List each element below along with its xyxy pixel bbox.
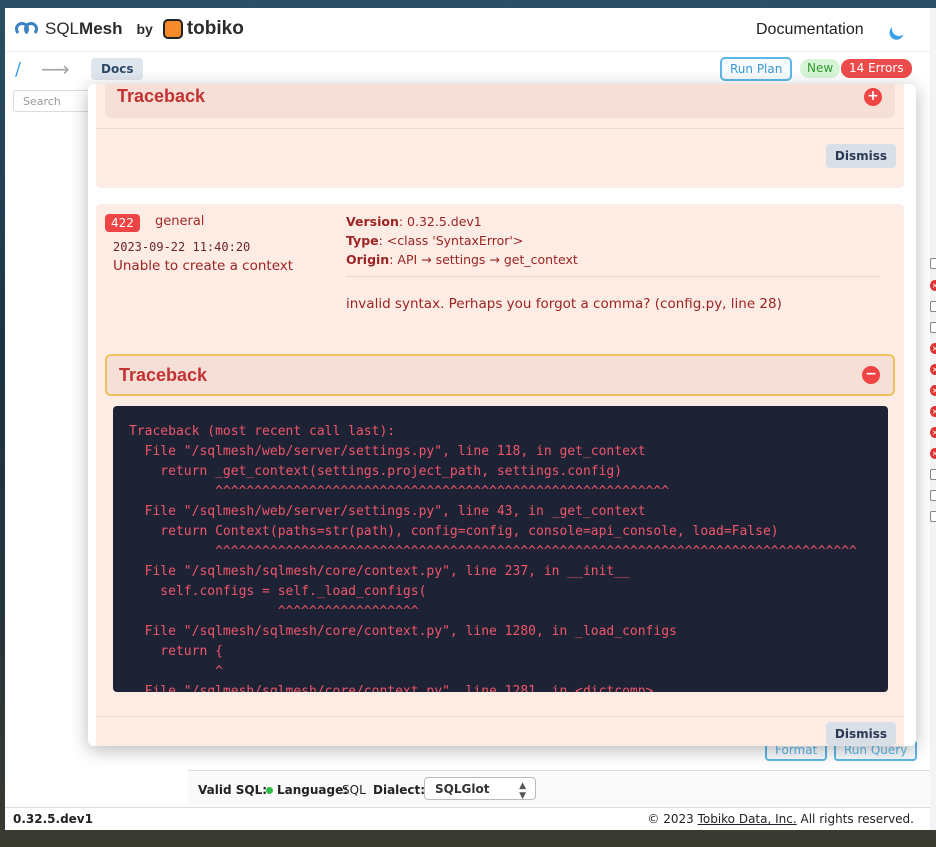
logo-by: by [136, 21, 153, 37]
tobiko-logo-icon [162, 19, 183, 39]
language-label: Language: [277, 783, 349, 797]
search-input[interactable]: Search [13, 90, 95, 112]
traceback-code-block[interactable]: Traceback (most recent call last): File … [113, 406, 888, 692]
error-card: Traceback + Dismiss [96, 84, 904, 188]
dialect-label: Dialect: [373, 783, 426, 797]
editor-footer: Valid SQL: Language: SQL Dialect: SQLGlo… [188, 770, 930, 806]
error-kind: general [155, 214, 205, 229]
error-version: Version: 0.32.5.dev1 [346, 214, 482, 229]
logo-text-mesh: Mesh [79, 19, 123, 38]
top-header: SQL Mesh by tobiko Documentation [5, 8, 930, 52]
errors-count-badge[interactable]: 14 Errors [841, 59, 912, 78]
breadcrumb-docs[interactable]: Docs [91, 58, 144, 80]
error-icon: × [930, 406, 936, 417]
traceback-header[interactable]: Traceback − [105, 354, 895, 396]
traceback-header[interactable]: Traceback + [105, 84, 895, 118]
company-link[interactable]: Tobiko Data, Inc. [698, 812, 797, 826]
traceback-text: Traceback (most recent call last): File … [129, 424, 857, 692]
copyright-suffix: All rights reserved. [796, 812, 915, 826]
error-icon: × [930, 364, 936, 375]
collapse-minus-icon[interactable]: − [862, 366, 880, 384]
checkbox-icon [930, 258, 936, 269]
error-icon: × [930, 280, 936, 291]
copyright: © 2023 Tobiko Data, Inc. All rights rese… [647, 812, 914, 826]
valid-status-dot-icon [266, 787, 273, 794]
chevron-up-down-icon: ▲ ▼ [519, 781, 526, 801]
new-status-badge[interactable]: New [800, 59, 841, 78]
version-label: Version [346, 214, 399, 229]
divider [346, 276, 881, 277]
sqlmesh-logo-icon [15, 20, 41, 38]
checkbox-icon [930, 322, 936, 333]
dismiss-button[interactable]: Dismiss [825, 722, 896, 746]
error-type: Type: <class 'SyntaxError'> [346, 233, 523, 248]
error-icon: × [930, 385, 936, 396]
run-plan-button[interactable]: Run Plan [720, 57, 793, 81]
breadcrumb-root[interactable]: / [15, 59, 21, 80]
version-value: : 0.32.5.dev1 [398, 214, 482, 229]
dialect-select[interactable]: SQLGlot ▲ ▼ [424, 777, 536, 801]
expand-plus-icon[interactable]: + [864, 88, 882, 106]
type-label: Type [346, 233, 379, 248]
documentation-link[interactable]: Documentation [756, 21, 864, 39]
origin-label: Origin [346, 252, 390, 267]
error-card: 422 general 2023-09-22 11:40:20 Unable t… [96, 204, 904, 746]
error-icon: × [930, 343, 936, 354]
dialect-select-value: SQLGlot [435, 782, 490, 796]
divider [96, 716, 904, 717]
divider [96, 128, 904, 129]
checkbox-icon [930, 469, 936, 480]
checkbox-icon [930, 301, 936, 312]
arrow-right-icon: ⟶ [41, 57, 70, 81]
sqlmesh-logo[interactable]: SQL Mesh by tobiko [15, 18, 244, 40]
traceback-title: Traceback [119, 365, 208, 385]
traceback-title: Traceback [117, 86, 206, 106]
error-icon: × [930, 427, 936, 438]
checkbox-icon [930, 511, 936, 522]
error-timestamp: 2023-09-22 11:40:20 [113, 240, 251, 254]
valid-sql-label: Valid SQL: [198, 783, 268, 797]
checkbox-icon [930, 490, 936, 501]
copyright-prefix: © 2023 [647, 812, 698, 826]
origin-value: : API → settings → get_context [389, 252, 578, 267]
language-value: SQL [342, 783, 366, 797]
tobiko-logo-text: tobiko [186, 18, 244, 39]
status-bar: 0.32.5.dev1 © 2023 Tobiko Data, Inc. All… [5, 807, 930, 830]
error-icon: × [930, 448, 936, 459]
error-description: invalid syntax. Perhaps you forgot a com… [346, 296, 782, 312]
type-value: : <class 'SyntaxError'> [378, 233, 524, 248]
error-message: Unable to create a context [113, 258, 294, 274]
error-origin: Origin: API → settings → get_context [346, 252, 578, 267]
app-version: 0.32.5.dev1 [13, 812, 93, 826]
dismiss-button[interactable]: Dismiss [825, 144, 896, 168]
errors-modal: Traceback + Dismiss 422 general 2023-09-… [88, 84, 916, 746]
error-code-badge: 422 [105, 214, 140, 232]
logo-text-sql: SQL [45, 19, 80, 38]
theme-moon-icon[interactable] [889, 19, 908, 38]
